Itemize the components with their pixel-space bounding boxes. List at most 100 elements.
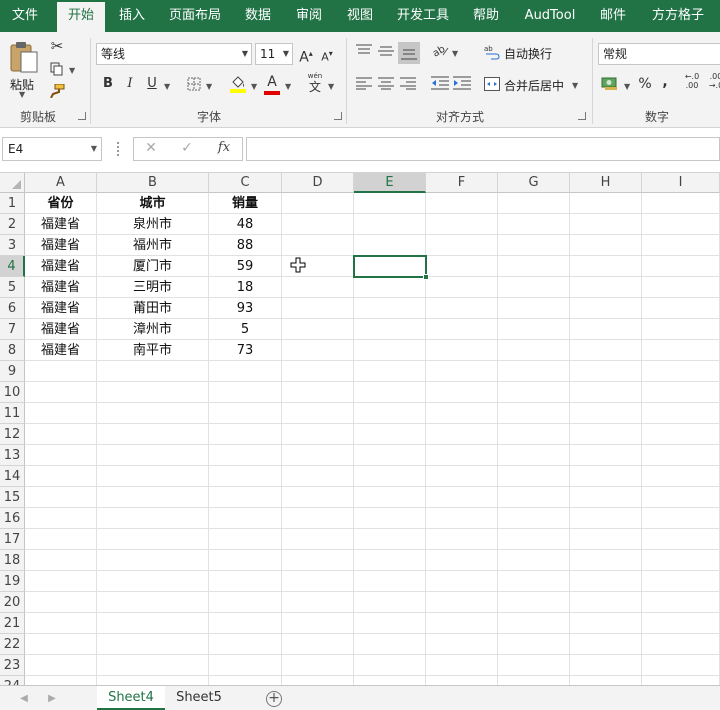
cell[interactable]	[498, 550, 570, 571]
cell[interactable]	[209, 529, 282, 550]
column-header-e[interactable]: E	[354, 173, 426, 193]
cell[interactable]	[570, 487, 642, 508]
cell[interactable]	[282, 298, 354, 319]
cell[interactable]	[426, 655, 498, 676]
cell[interactable]	[282, 466, 354, 487]
comma-style-button[interactable]: ,	[658, 74, 672, 90]
city-cell[interactable]: 漳州市	[97, 319, 209, 340]
cell[interactable]	[498, 676, 570, 685]
row-header[interactable]: 4	[0, 256, 25, 277]
cell[interactable]	[282, 508, 354, 529]
cell[interactable]	[570, 403, 642, 424]
province-cell[interactable]: 福建省	[25, 298, 97, 319]
cell[interactable]	[97, 655, 209, 676]
cell[interactable]	[426, 529, 498, 550]
province-cell[interactable]: 福建省	[25, 340, 97, 361]
cell[interactable]	[97, 529, 209, 550]
cell[interactable]	[426, 382, 498, 403]
shrink-font-icon[interactable]: A▾	[319, 46, 335, 66]
column-header-c[interactable]: C	[209, 173, 282, 193]
column-header-h[interactable]: H	[570, 173, 642, 193]
cell[interactable]	[209, 361, 282, 382]
row-header[interactable]: 14	[0, 466, 25, 487]
cell[interactable]	[426, 298, 498, 319]
cell[interactable]	[354, 613, 426, 634]
percent-style-button[interactable]: %	[636, 76, 654, 92]
cell[interactable]	[642, 424, 720, 445]
cell[interactable]	[97, 613, 209, 634]
row-header[interactable]: 18	[0, 550, 25, 571]
sheet-tab-sheet5[interactable]: Sheet5	[166, 686, 232, 710]
cell[interactable]	[498, 655, 570, 676]
cell[interactable]	[498, 256, 570, 277]
cell[interactable]	[426, 571, 498, 592]
cell[interactable]	[642, 298, 720, 319]
align-bottom-icon[interactable]	[398, 42, 420, 64]
cell[interactable]	[570, 655, 642, 676]
cell[interactable]	[642, 319, 720, 340]
font-launcher-icon[interactable]	[334, 112, 342, 120]
sales-cell[interactable]: 93	[209, 298, 282, 319]
city-cell[interactable]: 三明市	[97, 277, 209, 298]
cell[interactable]	[282, 277, 354, 298]
chevron-down-icon[interactable]: ▼	[624, 82, 630, 91]
cell[interactable]	[97, 676, 209, 685]
cell[interactable]	[570, 613, 642, 634]
cell[interactable]	[570, 634, 642, 655]
cell[interactable]	[642, 235, 720, 256]
sales-cell[interactable]: 59	[209, 256, 282, 277]
copy-icon[interactable]	[48, 62, 66, 81]
province-cell[interactable]: 福建省	[25, 214, 97, 235]
cell[interactable]	[209, 382, 282, 403]
cell[interactable]	[25, 529, 97, 550]
row-header[interactable]: 23	[0, 655, 25, 676]
cell[interactable]	[209, 613, 282, 634]
scroll-right-icon[interactable]: ▶	[46, 691, 58, 707]
cell[interactable]	[209, 487, 282, 508]
cell[interactable]	[354, 193, 426, 214]
cell[interactable]	[426, 256, 498, 277]
cell[interactable]	[498, 319, 570, 340]
sales-cell[interactable]: 88	[209, 235, 282, 256]
row-header[interactable]: 22	[0, 634, 25, 655]
cell[interactable]	[426, 424, 498, 445]
cell[interactable]	[426, 277, 498, 298]
cell[interactable]	[282, 634, 354, 655]
city-cell[interactable]: 莆田市	[97, 298, 209, 319]
cell[interactable]	[282, 613, 354, 634]
cell[interactable]	[426, 361, 498, 382]
cell[interactable]	[97, 592, 209, 613]
clipboard-launcher-icon[interactable]	[78, 112, 86, 120]
city-cell[interactable]: 泉州市	[97, 214, 209, 235]
tab-fangfang[interactable]: 方方格子	[642, 0, 714, 32]
cell[interactable]	[209, 424, 282, 445]
cell[interactable]	[97, 403, 209, 424]
cell[interactable]	[498, 361, 570, 382]
row-header[interactable]: 7	[0, 319, 25, 340]
cell[interactable]	[282, 424, 354, 445]
cell[interactable]	[282, 361, 354, 382]
cell[interactable]	[282, 592, 354, 613]
chevron-down-icon[interactable]: ▼	[452, 49, 458, 58]
wrap-text-button[interactable]: ab 自动换行	[484, 43, 574, 63]
scroll-left-icon[interactable]: ◀	[18, 691, 30, 707]
cell[interactable]	[426, 466, 498, 487]
align-top-icon[interactable]	[354, 44, 374, 63]
sales-cell[interactable]: 73	[209, 340, 282, 361]
cell[interactable]	[498, 529, 570, 550]
cell[interactable]	[642, 613, 720, 634]
cell[interactable]	[354, 235, 426, 256]
cell[interactable]	[282, 382, 354, 403]
cell[interactable]	[354, 529, 426, 550]
tab-file[interactable]: 文件	[0, 0, 50, 32]
row-header[interactable]: 24	[0, 676, 25, 685]
cell[interactable]	[642, 256, 720, 277]
cell[interactable]	[25, 466, 97, 487]
cell[interactable]	[282, 214, 354, 235]
header-cell[interactable]: 省份	[25, 193, 97, 214]
cell[interactable]	[354, 634, 426, 655]
cell[interactable]	[282, 235, 354, 256]
sales-cell[interactable]: 48	[209, 214, 282, 235]
cell[interactable]	[354, 277, 426, 298]
cell[interactable]	[498, 634, 570, 655]
